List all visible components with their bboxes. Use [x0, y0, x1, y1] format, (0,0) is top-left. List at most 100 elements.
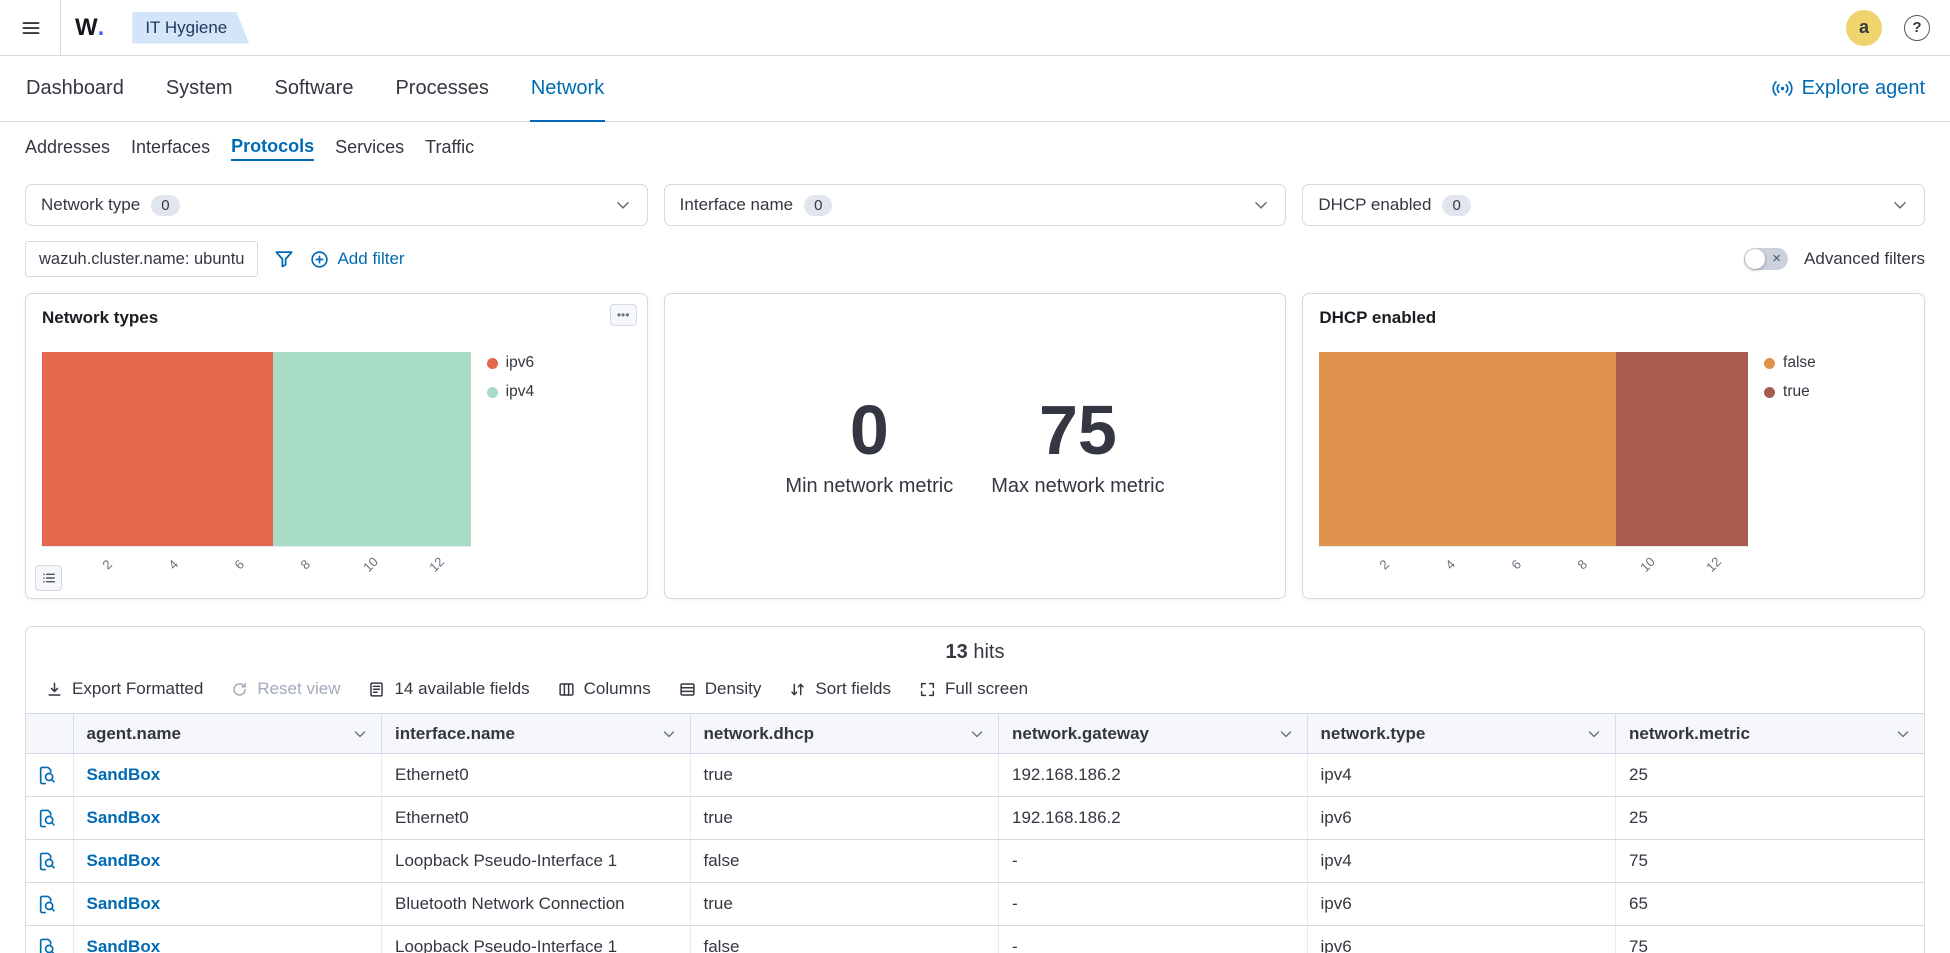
cell-control — [26, 883, 73, 926]
advanced-filters-label: Advanced filters — [1804, 249, 1925, 269]
bar-segment-ipv4[interactable] — [273, 352, 471, 546]
cell-value: true — [704, 894, 733, 913]
wazuh-logo[interactable]: W. — [75, 14, 104, 42]
legend-item-ipv4[interactable]: ipv4 — [487, 383, 534, 401]
bar-segment-ipv6[interactable] — [42, 352, 273, 546]
column-header-network.type[interactable]: network.type — [1307, 714, 1616, 754]
toolbar-reset-view[interactable]: Reset view — [231, 679, 340, 699]
x-axis: 24681012 — [42, 546, 471, 586]
legend-dot — [1764, 387, 1775, 398]
toolbar-columns[interactable]: Columns — [558, 679, 651, 699]
agent-name-link[interactable]: SandBox — [87, 808, 161, 827]
add-filter-button[interactable]: Add filter — [310, 249, 404, 269]
cell-network.type: ipv6 — [1307, 883, 1616, 926]
cell-value: - — [1012, 851, 1018, 870]
column-header-network.metric[interactable]: network.metric — [1616, 714, 1925, 754]
hits-label: hits — [973, 641, 1004, 663]
toolbar-full-screen[interactable]: Full screen — [919, 679, 1028, 699]
inspect-row-button[interactable] — [37, 852, 56, 871]
panel-options-icon[interactable]: ••• — [610, 304, 637, 326]
legend-item-ipv6[interactable]: ipv6 — [487, 354, 534, 372]
sub-tab-interfaces[interactable]: Interfaces — [131, 137, 210, 160]
legend-toggle-icon[interactable] — [35, 565, 62, 591]
chevron-icon — [969, 726, 985, 742]
cell-network.gateway: 192.168.186.2 — [999, 797, 1308, 840]
explore-agent-label: Explore agent — [1802, 77, 1925, 100]
filter-funnel-icon[interactable] — [274, 249, 294, 269]
inspect-row-button[interactable] — [37, 895, 56, 914]
cell-value: 192.168.186.2 — [1012, 808, 1121, 827]
agent-name-link[interactable]: SandBox — [87, 937, 161, 953]
filter-select-interface-name[interactable]: Interface name0 — [664, 184, 1287, 226]
cell-agent.name: SandBox — [73, 840, 382, 883]
toolbar-density[interactable]: Density — [679, 679, 762, 699]
cell-value: ipv4 — [1321, 765, 1352, 784]
inspect-icon — [37, 895, 56, 914]
inspect-row-button[interactable] — [37, 809, 56, 828]
toolbar-label: Sort fields — [815, 679, 891, 699]
logo-text: W — [75, 14, 98, 42]
column-header-network.gateway[interactable]: network.gateway — [999, 714, 1308, 754]
cell-value: - — [1012, 894, 1018, 913]
advanced-filters-toggle[interactable]: × — [1744, 248, 1788, 270]
axis-tick-label: 12 — [1703, 554, 1724, 575]
bar-segment-false[interactable] — [1319, 352, 1616, 546]
legend-item-false[interactable]: false — [1764, 354, 1816, 372]
cell-value: 65 — [1629, 894, 1648, 913]
cell-network.gateway: - — [999, 840, 1308, 883]
control-column-header — [26, 714, 73, 754]
column-header-label: interface.name — [395, 724, 515, 744]
filter-select-network-type[interactable]: Network type0 — [25, 184, 648, 226]
agent-name-link[interactable]: SandBox — [87, 894, 161, 913]
toolbar-14-available-fields[interactable]: 14 available fields — [368, 679, 529, 699]
column-header-network.dhcp[interactable]: network.dhcp — [690, 714, 999, 754]
column-header-label: network.metric — [1629, 724, 1750, 744]
filter-count-badge: 0 — [1442, 195, 1470, 216]
main-tab-network[interactable]: Network — [530, 56, 605, 121]
chart-legend: ipv6 ipv4 — [471, 352, 631, 586]
legend-item-true[interactable]: true — [1764, 383, 1810, 401]
cell-network.type: ipv6 — [1307, 797, 1616, 840]
app-root: W. IT Hygiene a ? DashboardSystemSoftwar… — [0, 0, 1950, 953]
column-header-agent.name[interactable]: agent.name — [73, 714, 382, 754]
dhcp-enabled-panel: DHCP enabled 24681012 falsetrue — [1302, 293, 1925, 599]
agent-name-link[interactable]: SandBox — [87, 765, 161, 784]
sub-tab-traffic[interactable]: Traffic — [425, 137, 474, 160]
cell-control — [26, 797, 73, 840]
cell-value: ipv6 — [1321, 808, 1352, 827]
cell-agent.name: SandBox — [73, 797, 382, 840]
explore-agent-link[interactable]: Explore agent — [1772, 56, 1925, 121]
column-header-label: network.dhcp — [704, 724, 815, 744]
list-icon — [558, 681, 575, 698]
main-tab-system[interactable]: System — [165, 56, 234, 121]
inspect-row-button[interactable] — [37, 766, 56, 785]
results-panel: 13 hits Export FormattedReset view14 ava… — [25, 626, 1925, 953]
agent-name-link[interactable]: SandBox — [87, 851, 161, 870]
table-row: SandBoxLoopback Pseudo-Interface 1false-… — [26, 926, 1924, 953]
filter-pill[interactable]: wazuh.cluster.name: ubuntu — [25, 241, 258, 277]
avatar[interactable]: a — [1846, 10, 1882, 46]
help-icon[interactable]: ? — [1904, 15, 1930, 41]
logo-dot: . — [98, 14, 105, 42]
cell-value: 75 — [1629, 937, 1648, 953]
column-header-interface.name[interactable]: interface.name — [382, 714, 691, 754]
cell-network.dhcp: false — [690, 840, 999, 883]
axis-tick-label: 4 — [165, 557, 181, 573]
inspect-icon — [37, 852, 56, 871]
sub-tab-protocols[interactable]: Protocols — [231, 136, 314, 161]
sub-tab-services[interactable]: Services — [335, 137, 404, 160]
main-tab-dashboard[interactable]: Dashboard — [25, 56, 125, 121]
sub-tab-addresses[interactable]: Addresses — [25, 137, 110, 160]
cell-network.metric: 75 — [1616, 926, 1925, 953]
main-tab-software[interactable]: Software — [274, 56, 355, 121]
filter-select-dhcp-enabled[interactable]: DHCP enabled0 — [1302, 184, 1925, 226]
toolbar-export-formatted[interactable]: Export Formatted — [46, 679, 203, 699]
topbar-right: a ? — [1846, 10, 1930, 46]
inspect-row-button[interactable] — [37, 938, 56, 953]
legend-dot — [487, 387, 498, 398]
main-tab-processes[interactable]: Processes — [394, 56, 489, 121]
menu-icon[interactable] — [16, 13, 46, 43]
signal-icon — [1772, 78, 1793, 99]
toolbar-sort-fields[interactable]: Sort fields — [789, 679, 891, 699]
bar-segment-true[interactable] — [1616, 352, 1748, 546]
